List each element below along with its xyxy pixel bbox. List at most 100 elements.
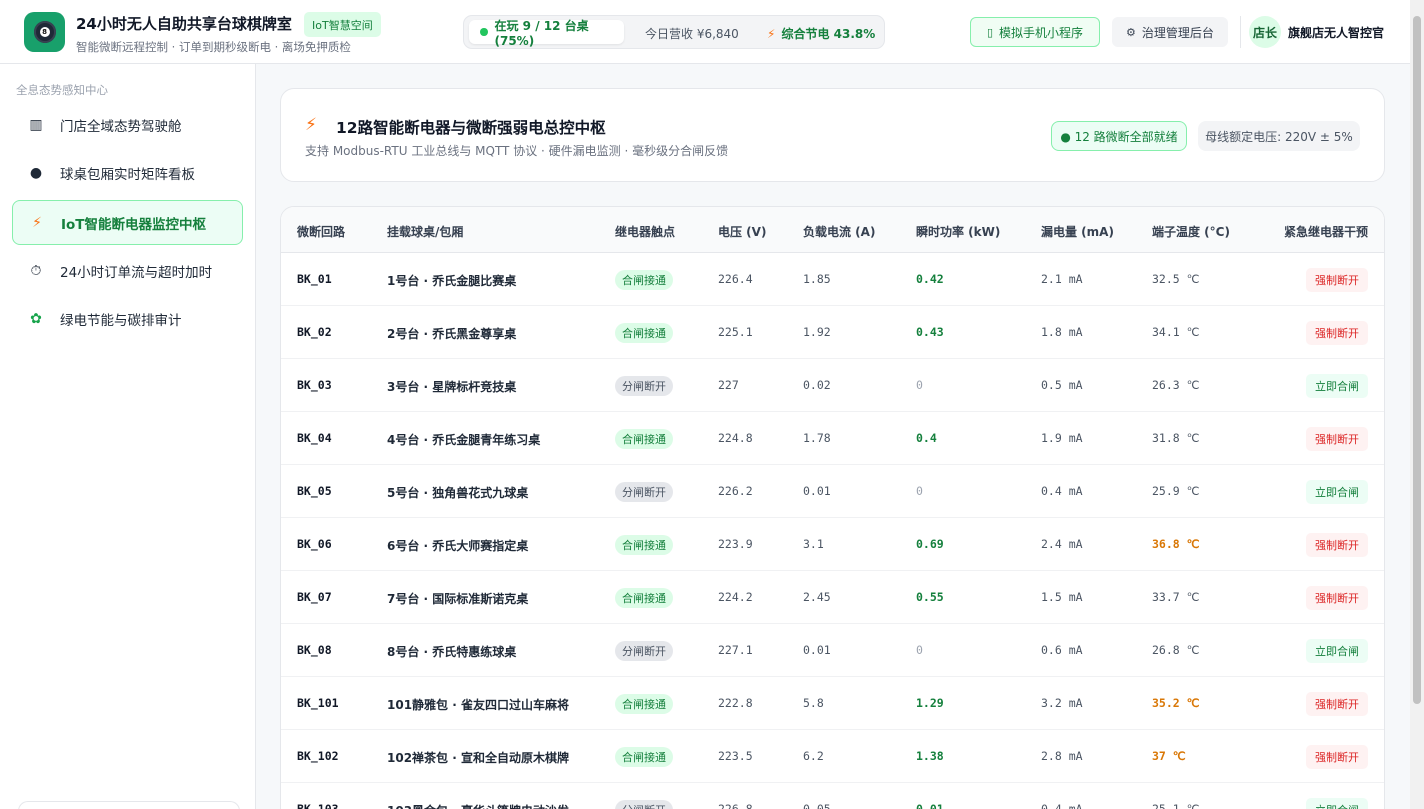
breaker-id: BK_03 (297, 378, 332, 392)
table-row: BK_101 101静雅包 · 雀友四口过山车麻将 合闸接通 222.8 5.8 1.29… (281, 677, 1384, 730)
top-header: 8 24小时无人自助共享台球棋牌室 IoT智慧空间 智能微断远程控制 · 订单到… (0, 0, 1410, 64)
miniapp-label: 模拟手机小程序 (999, 25, 1084, 40)
sidebar-item-matrix[interactable]: ● 球桌包厢实时矩阵看板 (12, 150, 243, 195)
close-circuit-button[interactable]: 立即合闸 (1306, 639, 1368, 663)
power-value: 1.38 (916, 749, 944, 763)
lightning-icon: ⚡ (32, 214, 42, 231)
col-temp: 端子温度 (°C) (1152, 225, 1230, 239)
voltage-badge: 母线额定电压: 220V ± 5% (1198, 121, 1360, 151)
table-name: 1号台 · 乔氏金腿比赛桌 (387, 274, 517, 288)
voltage-value: 224.2 (718, 590, 753, 604)
col-action: 紧急继电器干预 (1283, 225, 1368, 239)
app-title: 24小时无人自助共享台球棋牌室 (76, 15, 292, 33)
voltage-value: 223.5 (718, 749, 753, 763)
relay-status: 合闸接通 (615, 270, 673, 290)
current-value: 1.78 (803, 431, 831, 445)
panel-subtitle: 支持 Modbus-RTU 工业总线与 MQTT 协议 · 硬件漏电监测 · 毫… (305, 144, 729, 158)
close-circuit-button[interactable]: 立即合闸 (1306, 374, 1368, 398)
force-off-button[interactable]: 强制断开 (1306, 268, 1368, 292)
relay-status: 合闸接通 (615, 694, 673, 714)
table-row: BK_01 1号台 · 乔氏金腿比赛桌 合闸接通 226.4 1.85 0.42 2.1 m… (281, 253, 1384, 306)
breaker-id: BK_101 (297, 696, 339, 710)
power-value: 0 (916, 378, 923, 392)
temp-value: 36.8 ℃ (1152, 537, 1200, 551)
status-playing-text: 在玩 9 / 12 台桌 (75%) (494, 18, 589, 48)
voltage-value: 225.1 (718, 325, 753, 339)
breaker-id: BK_103 (297, 802, 339, 809)
sidebar-item-green[interactable]: ✿ 绿电节能与碳排审计 (12, 296, 243, 341)
sidebar-item-label: 绿电节能与碳排审计 (60, 312, 182, 329)
table-row: BK_03 3号台 · 星牌标杆竞技桌 分闸断开 227 0.02 0 0.5 mA 26.3… (281, 359, 1384, 412)
table-row: BK_08 8号台 · 乔氏特惠练球桌 分闸断开 227.1 0.01 0 0.6 mA 26… (281, 624, 1384, 677)
force-off-button[interactable]: 强制断开 (1306, 533, 1368, 557)
bar-chart-icon: ▥ (29, 116, 43, 133)
leakage-value: 2.4 mA (1041, 537, 1083, 551)
admin-button[interactable]: ⚙ 治理管理后台 (1112, 17, 1228, 47)
sidebar-item-orders[interactable]: ⏱ 24小时订单流与超时加时 (12, 248, 243, 293)
iot-badge: IoT智慧空间 (304, 12, 381, 37)
leakage-value: 0.6 mA (1041, 643, 1083, 657)
page-scrollbar[interactable] (1410, 0, 1424, 809)
breaker-id: BK_08 (297, 643, 332, 657)
status-revenue[interactable]: 今日营收 ¥6,840 (645, 25, 739, 42)
table-name: 4号台 · 乔氏金腿青年练习桌 (387, 433, 541, 447)
power-value: 1.29 (916, 696, 944, 710)
col-table: 挂载球桌/包厢 (387, 225, 464, 239)
leakage-value: 0.5 mA (1041, 378, 1083, 392)
sidebar-item-iot[interactable]: ⚡ IoT智能断电器监控中枢 (12, 200, 243, 245)
relay-status: 分闸断开 (615, 482, 673, 502)
force-off-button[interactable]: 强制断开 (1306, 321, 1368, 345)
status-saving[interactable]: ⚡ 综合节电 43.8% (767, 25, 875, 42)
table-name: 5号台 · 独角兽花式九球桌 (387, 486, 529, 500)
relay-status: 分闸断开 (615, 800, 673, 809)
miniapp-button[interactable]: ▯ 模拟手机小程序 (970, 17, 1100, 47)
close-circuit-button[interactable]: 立即合闸 (1306, 798, 1368, 809)
avatar[interactable]: 店长 (1249, 16, 1281, 48)
sidebar-item-label: 门店全域态势驾驶舱 (60, 118, 182, 135)
power-value: 0.43 (916, 325, 944, 339)
relay-status: 合闸接通 (615, 588, 673, 608)
temp-value: 26.8 ℃ (1152, 643, 1200, 657)
panel-title: 12路智能断电器与微断强弱电总控中枢 (336, 119, 606, 137)
sidebar-item-dashboard[interactable]: ▥ 门店全域态势驾驶舱 (12, 102, 243, 147)
col-breaker: 微断回路 (297, 225, 346, 239)
sidebar-item-label: 球桌包厢实时矩阵看板 (60, 166, 195, 183)
current-value: 3.1 (803, 537, 824, 551)
status-saving-text: 综合节电 43.8% (781, 27, 876, 41)
force-off-button[interactable]: 强制断开 (1306, 745, 1368, 769)
phone-icon: ▯ (986, 25, 994, 39)
breaker-id: BK_04 (297, 431, 332, 445)
voltage-value: 227.1 (718, 643, 753, 657)
header-divider (1240, 16, 1241, 48)
temp-value: 26.3 ℃ (1152, 378, 1200, 392)
leakage-value: 2.1 mA (1041, 272, 1083, 286)
current-value: 5.8 (803, 696, 824, 710)
status-playing[interactable]: 在玩 9 / 12 台桌 (75%) (469, 19, 624, 48)
billiard-ball-icon: ● (29, 164, 43, 181)
col-current: 负载电流 (A) (803, 225, 876, 239)
breaker-id: BK_06 (297, 537, 332, 551)
table-name: 103黑金包 · 豪华斗篷牌电动沙发 (387, 802, 569, 809)
table-row: BK_06 6号台 · 乔氏大师赛指定桌 合闸接通 223.9 3.1 0.69 2.4 m… (281, 518, 1384, 571)
close-circuit-button[interactable]: 立即合闸 (1306, 480, 1368, 504)
force-off-button[interactable]: 强制断开 (1306, 427, 1368, 451)
table-row: BK_103 103黑金包 · 豪华斗篷牌电动沙发 分闸断开 226.8 0.05 0.0… (281, 783, 1384, 809)
temp-value: 33.7 ℃ (1152, 590, 1200, 604)
force-off-button[interactable]: 强制断开 (1306, 692, 1368, 716)
col-relay: 继电器触点 (615, 225, 676, 239)
table-name: 102禅茶包 · 宣和全自动原木棋牌 (387, 751, 569, 765)
ready-badge: ● 12 路微断全部就绪 (1051, 121, 1187, 151)
voltage-value: 226.2 (718, 484, 753, 498)
force-off-button[interactable]: 强制断开 (1306, 586, 1368, 610)
store-name: 旗舰店无人智控官 (1288, 26, 1385, 40)
table-header: 微断回路 挂载球桌/包厢 继电器触点 电压 (V) 负载电流 (A) 瞬时功率 … (281, 207, 1384, 253)
col-voltage: 电压 (V) (718, 225, 767, 239)
breaker-id: BK_07 (297, 590, 332, 604)
voltage-value: 224.8 (718, 431, 753, 445)
temp-value: 35.2 ℃ (1152, 696, 1200, 710)
breaker-id: BK_02 (297, 325, 332, 339)
scroll-thumb[interactable] (1413, 16, 1421, 704)
billiard-ball-icon: 8 (33, 21, 56, 43)
temp-value: 37 ℃ (1152, 749, 1186, 763)
sidebar: 全息态势感知中心 ▥ 门店全域态势驾驶舱 ● 球桌包厢实时矩阵看板 ⚡ IoT智能断电… (0, 64, 256, 809)
